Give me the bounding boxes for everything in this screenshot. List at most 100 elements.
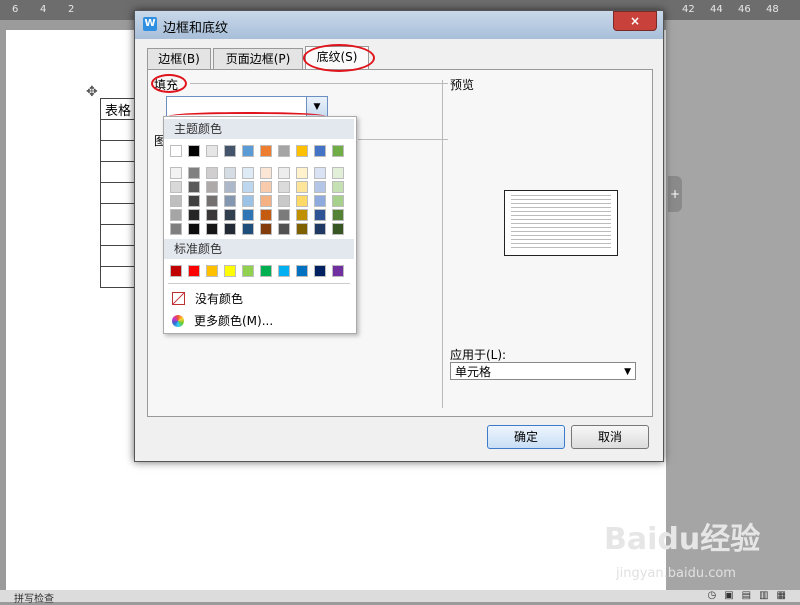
- theme-shade-swatch[interactable]: [260, 223, 272, 235]
- theme-shade-swatch[interactable]: [224, 181, 236, 193]
- theme-shade-swatch[interactable]: [314, 223, 326, 235]
- theme-shade-swatch[interactable]: [242, 223, 254, 235]
- theme-shade-swatch[interactable]: [332, 195, 344, 207]
- apply-to-value: 单元格: [455, 365, 492, 379]
- theme-color-swatch[interactable]: [188, 145, 200, 157]
- table-cell[interactable]: [100, 224, 136, 246]
- standard-color-swatch[interactable]: [170, 265, 182, 277]
- theme-color-swatch[interactable]: [332, 145, 344, 157]
- fill-divider: [190, 83, 448, 84]
- theme-shade-swatch[interactable]: [260, 209, 272, 221]
- theme-color-swatch[interactable]: [206, 145, 218, 157]
- theme-shade-swatch[interactable]: [224, 167, 236, 179]
- theme-color-swatch[interactable]: [242, 145, 254, 157]
- theme-color-swatch[interactable]: [296, 145, 308, 157]
- theme-shade-swatch[interactable]: [296, 223, 308, 235]
- theme-color-swatch[interactable]: [170, 145, 182, 157]
- tab-page-borders[interactable]: 页面边框(P): [213, 48, 303, 69]
- theme-shade-swatch[interactable]: [188, 167, 200, 179]
- theme-shade-swatch[interactable]: [206, 167, 218, 179]
- theme-shade-swatch[interactable]: [224, 223, 236, 235]
- close-button[interactable]: ×: [613, 11, 657, 31]
- theme-shade-swatch[interactable]: [206, 195, 218, 207]
- theme-shade-swatch[interactable]: [242, 181, 254, 193]
- theme-shade-swatch[interactable]: [242, 167, 254, 179]
- standard-color-swatch[interactable]: [296, 265, 308, 277]
- table-cell[interactable]: [100, 182, 136, 204]
- theme-shade-swatch[interactable]: [296, 167, 308, 179]
- theme-color-swatch[interactable]: [224, 145, 236, 157]
- theme-shade-swatch[interactable]: [188, 181, 200, 193]
- table-cell[interactable]: [100, 266, 136, 288]
- theme-color-swatch[interactable]: [314, 145, 326, 157]
- theme-shade-swatch[interactable]: [260, 181, 272, 193]
- side-panel-toggle[interactable]: +: [668, 176, 682, 212]
- theme-shade-swatch[interactable]: [170, 181, 182, 193]
- spell-check-status[interactable]: 拼写检查: [14, 590, 54, 605]
- theme-shade-swatch[interactable]: [206, 223, 218, 235]
- apply-to-select[interactable]: 单元格 ▼: [450, 362, 636, 380]
- table-cell[interactable]: [100, 140, 136, 162]
- theme-shade-swatch[interactable]: [260, 167, 272, 179]
- theme-shade-swatch[interactable]: [206, 209, 218, 221]
- theme-shade-swatch[interactable]: [224, 209, 236, 221]
- tab-borders[interactable]: 边框(B): [147, 48, 211, 69]
- table-cell[interactable]: [100, 203, 136, 225]
- theme-shade-swatch[interactable]: [170, 209, 182, 221]
- theme-shade-swatch[interactable]: [170, 223, 182, 235]
- chevron-down-icon[interactable]: ▼: [624, 363, 631, 381]
- standard-color-swatch[interactable]: [224, 265, 236, 277]
- table-move-handle-icon[interactable]: ✥: [86, 84, 98, 100]
- theme-shade-swatch[interactable]: [242, 195, 254, 207]
- theme-shade-swatch[interactable]: [314, 181, 326, 193]
- standard-color-swatch[interactable]: [242, 265, 254, 277]
- table-cell[interactable]: [100, 119, 136, 141]
- apply-to-label: 应用于(L):: [450, 348, 507, 362]
- vertical-divider: [442, 80, 443, 408]
- theme-shade-swatch[interactable]: [314, 195, 326, 207]
- theme-shade-swatch[interactable]: [242, 209, 254, 221]
- theme-shade-swatch[interactable]: [278, 195, 290, 207]
- theme-shade-swatch[interactable]: [278, 167, 290, 179]
- standard-color-swatch[interactable]: [260, 265, 272, 277]
- ok-button[interactable]: 确定: [487, 425, 565, 449]
- no-color-option[interactable]: 没有颜色: [172, 290, 243, 308]
- more-colors-option[interactable]: 更多颜色(M)...: [172, 312, 273, 330]
- theme-color-swatch[interactable]: [278, 145, 290, 157]
- theme-shade-swatch[interactable]: [332, 181, 344, 193]
- document-table[interactable]: 表格: [100, 98, 136, 288]
- standard-color-swatch[interactable]: [332, 265, 344, 277]
- dialog-titlebar[interactable]: W 边框和底纹 ×: [135, 11, 663, 39]
- table-cell[interactable]: [100, 161, 136, 183]
- theme-shade-swatch[interactable]: [188, 223, 200, 235]
- theme-shade-swatch[interactable]: [332, 223, 344, 235]
- standard-color-swatch[interactable]: [278, 265, 290, 277]
- theme-shade-swatch[interactable]: [332, 167, 344, 179]
- theme-shade-swatch[interactable]: [296, 209, 308, 221]
- view-mode-icons[interactable]: ◷▣▤▥▦: [707, 590, 794, 601]
- theme-shade-swatch[interactable]: [188, 209, 200, 221]
- theme-shade-swatch[interactable]: [224, 195, 236, 207]
- standard-color-swatch[interactable]: [188, 265, 200, 277]
- theme-shade-swatch[interactable]: [278, 223, 290, 235]
- theme-shade-swatch[interactable]: [260, 195, 272, 207]
- theme-shade-swatch[interactable]: [314, 209, 326, 221]
- theme-shade-swatch[interactable]: [332, 209, 344, 221]
- standard-color-swatch[interactable]: [206, 265, 218, 277]
- baidu-watermark: Baidu经验: [604, 522, 761, 557]
- table-cell[interactable]: [100, 245, 136, 267]
- theme-shade-swatch[interactable]: [170, 167, 182, 179]
- standard-color-swatch[interactable]: [314, 265, 326, 277]
- table-header-cell[interactable]: 表格: [100, 98, 136, 120]
- theme-shade-swatch[interactable]: [314, 167, 326, 179]
- ruler-tick: 4: [40, 4, 47, 15]
- theme-color-swatch[interactable]: [260, 145, 272, 157]
- theme-shade-swatch[interactable]: [170, 195, 182, 207]
- theme-shade-swatch[interactable]: [206, 181, 218, 193]
- theme-shade-swatch[interactable]: [296, 181, 308, 193]
- cancel-button[interactable]: 取消: [571, 425, 649, 449]
- theme-shade-swatch[interactable]: [296, 195, 308, 207]
- theme-shade-swatch[interactable]: [278, 181, 290, 193]
- theme-shade-swatch[interactable]: [188, 195, 200, 207]
- theme-shade-swatch[interactable]: [278, 209, 290, 221]
